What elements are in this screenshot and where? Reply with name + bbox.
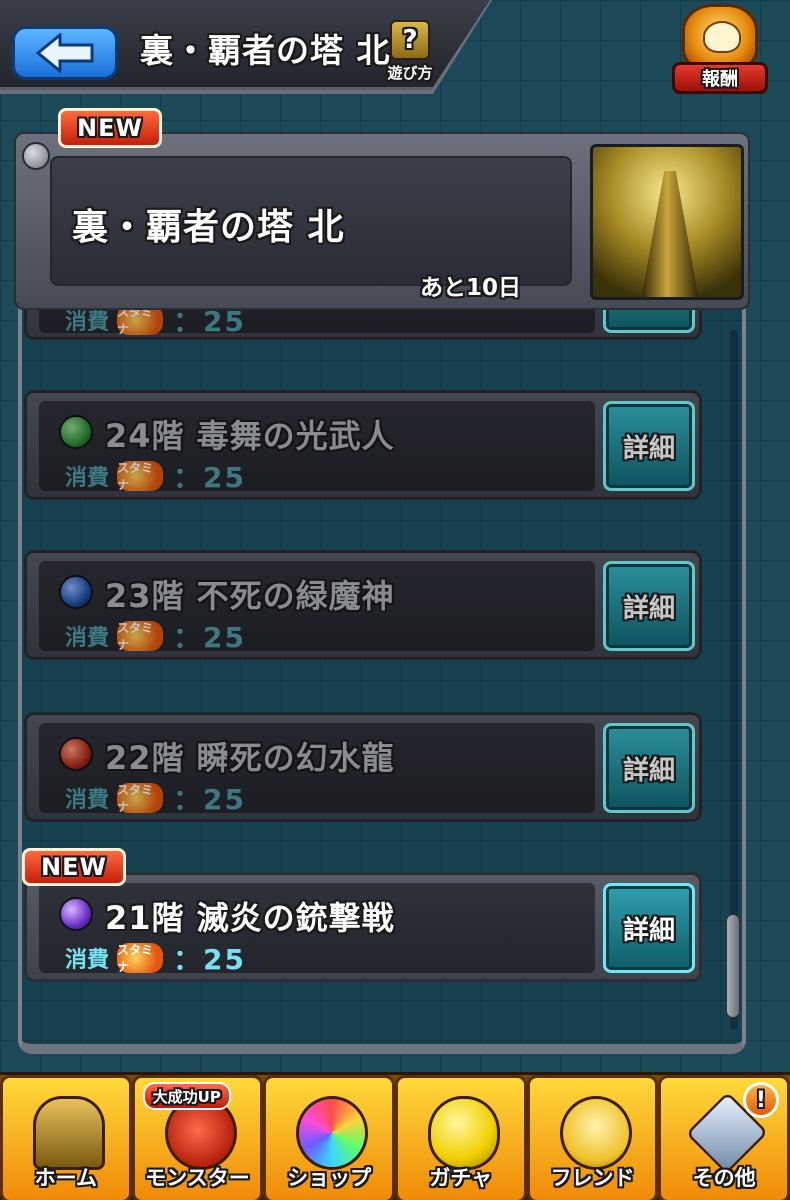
- stage-cost: 消費 スタミナ ：25: [65, 783, 246, 816]
- how-to-play-label: 遊び方: [387, 64, 433, 82]
- quest-banner: 裏・覇者の塔 北 あと10日: [14, 132, 750, 310]
- stage-inner: 23階 不死の緑魔神 消費 スタミナ ：25: [39, 561, 595, 654]
- cost-label: 消費: [65, 626, 110, 651]
- remaining-days: あと10日: [420, 275, 522, 301]
- nav-label: その他: [692, 1166, 756, 1190]
- rainbow-orb-icon: [296, 1096, 369, 1170]
- banner-title: 裏・覇者の塔 北: [72, 207, 345, 248]
- stage-cost: 消費 スタミナ ：25: [65, 461, 246, 494]
- stage-inner: 24階 毒舞の光武人 消費 スタミナ ：25: [39, 401, 595, 494]
- dragon-emblem-icon: [682, 4, 758, 70]
- nav-label: ホーム: [34, 1166, 98, 1190]
- nav-label: モンスター: [145, 1166, 250, 1190]
- back-button[interactable]: [12, 26, 118, 80]
- nav-gacha[interactable]: ガチャ: [394, 1075, 527, 1200]
- page-title: 裏・覇者の塔 北: [140, 31, 391, 70]
- home-gate-icon: [33, 1096, 105, 1170]
- cost-label: 消費: [65, 466, 110, 491]
- stage-row-23[interactable]: 23階 不死の緑魔神 消費 スタミナ ：25 詳細: [24, 550, 702, 660]
- alert-icon: !: [742, 1082, 779, 1118]
- detail-button[interactable]: 詳細: [603, 401, 695, 491]
- back-arrow-icon: [36, 33, 94, 73]
- bottom-nav: ホーム 大成功UP モンスター ショップ ガチャ フレンド ! その他: [0, 1072, 790, 1200]
- stage-row-22[interactable]: 22階 瞬死の幻水龍 消費 スタミナ ：25 詳細: [24, 712, 702, 822]
- cost-label: 消費: [65, 788, 110, 813]
- rivet-icon: [22, 142, 50, 170]
- stamina-icon: スタミナ: [117, 943, 164, 974]
- stage-name: 24階 毒舞の光武人: [105, 417, 395, 455]
- nav-label: ガチャ: [429, 1166, 493, 1190]
- reward-label: 報酬: [672, 62, 768, 94]
- detail-button[interactable]: 詳細: [603, 883, 695, 973]
- nav-shop[interactable]: ショップ: [263, 1075, 395, 1200]
- tower-icon: [641, 171, 699, 297]
- stamina-icon: スタミナ: [117, 621, 164, 652]
- nav-other[interactable]: ! その他: [658, 1075, 790, 1200]
- stage-row-24[interactable]: 24階 毒舞の光武人 消費 スタミナ ：25 詳細: [24, 390, 702, 500]
- nav-label: フレンド: [550, 1166, 635, 1190]
- banner-title-plate: 裏・覇者の塔 北: [50, 156, 572, 286]
- stage-cost: 消費 スタミナ ：25: [65, 621, 246, 654]
- element-orb-icon: [59, 415, 93, 449]
- question-icon: ?: [390, 20, 430, 60]
- stamina-icon: スタミナ: [117, 461, 164, 492]
- friends-icon: [559, 1096, 632, 1170]
- stage-name: 23階 不死の緑魔神: [105, 577, 395, 615]
- cost-label: 消費: [65, 948, 110, 973]
- stage-name: 22階 瞬死の幻水龍: [105, 739, 395, 777]
- scrollbar-thumb[interactable]: [726, 914, 740, 1018]
- element-orb-icon: [59, 575, 93, 609]
- reward-button[interactable]: 報酬: [670, 4, 770, 96]
- banner-new-badge: NEW: [58, 108, 162, 148]
- cost-value: ：25: [173, 783, 246, 816]
- stamina-icon: スタミナ: [117, 783, 164, 814]
- detail-button[interactable]: 詳細: [603, 723, 695, 813]
- great-success-up-badge: 大成功UP: [142, 1082, 231, 1110]
- element-orb-icon: [59, 897, 93, 931]
- stage-inner: 21階 滅炎の銃撃戦 消費 スタミナ ：25: [39, 883, 595, 976]
- nav-monster[interactable]: 大成功UP モンスター: [131, 1075, 264, 1200]
- stage-inner: 22階 瞬死の幻水龍 消費 スタミナ ：25: [39, 723, 595, 816]
- cost-value: ：25: [173, 621, 246, 654]
- stage-new-badge: NEW: [22, 848, 126, 886]
- nav-label: ショップ: [287, 1166, 372, 1190]
- nav-friend[interactable]: フレンド: [526, 1075, 659, 1200]
- gacha-egg-icon: [427, 1096, 500, 1170]
- element-orb-icon: [59, 737, 93, 771]
- detail-button[interactable]: 詳細: [603, 561, 695, 651]
- nav-home[interactable]: ホーム: [0, 1075, 132, 1200]
- stage-cost: 消費 スタミナ ：25: [65, 943, 246, 976]
- how-to-play-button[interactable]: ? 遊び方: [378, 20, 442, 86]
- tower-thumbnail: [590, 144, 744, 300]
- stage-name: 21階 滅炎の銃撃戦: [105, 899, 395, 937]
- cost-value: ：25: [173, 461, 246, 494]
- cost-value: ：25: [173, 943, 246, 976]
- stage-row-21[interactable]: 21階 滅炎の銃撃戦 消費 スタミナ ：25 詳細: [24, 872, 702, 982]
